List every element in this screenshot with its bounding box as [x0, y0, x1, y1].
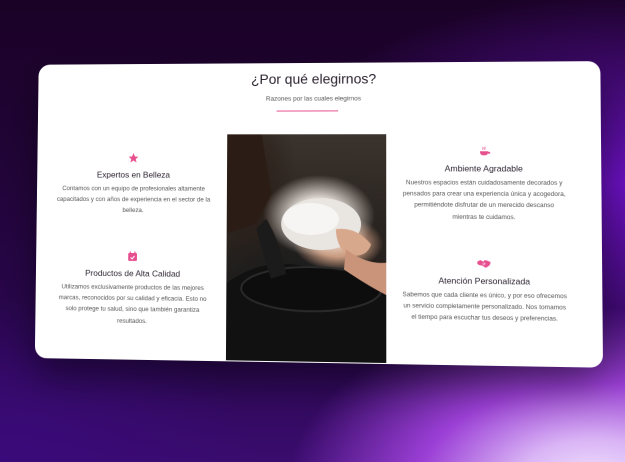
feature-ambiente: Ambiente Agradable Nuestros espacios est…: [402, 145, 566, 223]
title-underline-divider: [276, 110, 339, 112]
why-choose-us-card: ¿Por qué elegirnos? Razones por las cual…: [34, 61, 604, 368]
handshake-icon: [402, 257, 566, 273]
feature-title: Ambiente Agradable: [444, 163, 523, 174]
feature-atencion: Atención Personalizada Sabemos que cada …: [402, 257, 567, 326]
section-subtitle: Razones por las cuales elegirnos: [265, 95, 362, 103]
feature-description: Sabemos que cada cliente es único, y por…: [402, 291, 567, 324]
feature-description: Contamos con un equipo de profesionales …: [56, 185, 211, 215]
calendar-icon: [55, 250, 211, 265]
salon-hair-wash-photo: [225, 134, 387, 364]
feature-title: Atención Personalizada: [438, 275, 531, 287]
spa-icon: [402, 145, 566, 159]
feature-expertos: Expertos en Belleza Contamos con un equi…: [56, 152, 212, 217]
feature-description: Utilizamos exclusivamente productos de l…: [58, 283, 207, 325]
section-title: ¿Por qué elegirnos?: [251, 70, 377, 87]
feature-title: Productos de Alta Calidad: [85, 267, 181, 279]
feature-title: Expertos en Belleza: [96, 169, 171, 180]
feature-productos: Productos de Alta Calidad Utilizamos exc…: [54, 250, 210, 328]
feature-description: Nuestros espacios están cuidadosamente d…: [402, 179, 566, 221]
star-icon: [56, 152, 211, 166]
